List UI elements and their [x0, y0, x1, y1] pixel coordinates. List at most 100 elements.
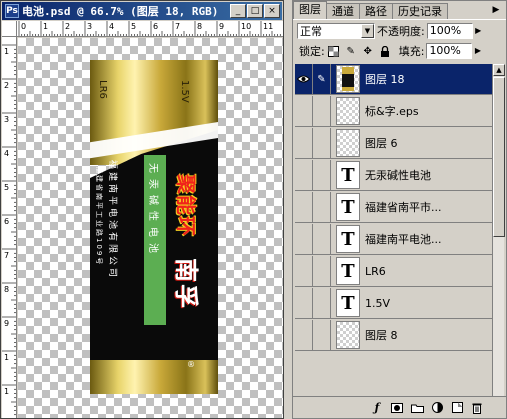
layer-link-slot[interactable] — [313, 160, 331, 190]
ruler-label: 7 — [175, 22, 180, 31]
ruler-label: 11 — [263, 22, 273, 31]
horizontal-ruler[interactable]: 0 1 2 3 4 5 6 7 8 9 10 11 — [17, 21, 283, 37]
layer-name: 1.5V — [365, 296, 391, 310]
battery-brand-white: 南孚 — [172, 258, 200, 310]
layer-link-slot[interactable] — [313, 288, 331, 318]
scroll-up-arrow-icon[interactable]: ▲ — [493, 64, 505, 76]
ruler-label: 0 — [21, 22, 26, 31]
brush-icon[interactable]: ✎ — [313, 64, 331, 94]
text-layer-thumbnail-icon[interactable]: T — [336, 225, 360, 253]
layer-row[interactable]: T 福建南平电池... — [295, 224, 492, 255]
scrollbar-thumb[interactable] — [493, 77, 505, 237]
tab-layers[interactable]: 图层 — [293, 1, 327, 19]
battery-artwork: LR6 1.5V 无汞碱性电池 福建南平电池有限公司 福建省南平工业路109号 … — [90, 60, 218, 400]
layer-row[interactable]: 图层 6 — [295, 128, 492, 159]
layer-name: 图层 8 — [365, 329, 398, 342]
ruler-label: 10 — [241, 22, 251, 31]
layer-row[interactable]: ✎ 图层 18 — [295, 64, 492, 95]
palette-bottom-toolbar: ƒ — [293, 396, 506, 418]
fill-arrow-icon[interactable]: ▶ — [472, 43, 483, 59]
layer-row[interactable]: T 无汞碱性电池 — [295, 160, 492, 191]
layer-visibility-eye-icon[interactable] — [295, 224, 313, 254]
document-title: 电池.psd @ 66.7% (图层 18, RGB) — [22, 5, 219, 18]
fill-label: 填充: — [398, 45, 425, 58]
mask-icon[interactable] — [390, 401, 404, 415]
fill-input[interactable]: 100% — [426, 43, 473, 59]
lock-all-icon[interactable] — [378, 44, 392, 58]
layer-visibility-eye-icon[interactable] — [295, 320, 313, 350]
window-controls: _ □ × — [230, 4, 280, 18]
maximize-button[interactable]: □ — [247, 4, 263, 18]
layer-thumbnail[interactable] — [336, 65, 360, 93]
layers-palette: 图层 通道 路径 历史记录 ▶ 正常 ▼ 不透明度: 100% ▶ 锁定: ✎ … — [292, 0, 507, 419]
ruler-label: 4 — [4, 149, 9, 158]
ruler-origin[interactable] — [2, 21, 17, 37]
lock-image-brush-icon[interactable]: ✎ — [344, 44, 358, 58]
trash-icon[interactable] — [470, 401, 484, 415]
layer-visibility-eye-icon[interactable] — [295, 160, 313, 190]
battery-gold-bottom — [90, 360, 218, 394]
opacity-label: 不透明度: — [377, 25, 425, 38]
battery-company-line1: 福建南平电池有限公司 — [107, 160, 117, 281]
ruler-label: 3 — [87, 22, 92, 31]
image-canvas[interactable]: LR6 1.5V 无汞碱性电池 福建南平电池有限公司 福建省南平工业路109号 … — [18, 38, 283, 418]
ruler-label: 1 — [4, 387, 9, 396]
vertical-ruler[interactable]: 1 2 3 4 5 6 7 8 9 1 1 — [2, 37, 17, 418]
text-layer-thumbnail-icon[interactable]: T — [336, 161, 360, 189]
layer-thumbnail[interactable] — [336, 129, 360, 157]
layer-visibility-eye-icon[interactable] — [295, 128, 313, 158]
opacity-input[interactable]: 100% — [426, 23, 473, 39]
lock-position-move-icon[interactable]: ✥ — [361, 44, 375, 58]
layer-visibility-eye-icon[interactable] — [295, 96, 313, 126]
opacity-arrow-icon[interactable]: ▶ — [473, 23, 484, 39]
close-button[interactable]: × — [264, 4, 280, 18]
tab-history[interactable]: 历史记录 — [392, 3, 448, 19]
battery-registered-mark: ® — [187, 360, 195, 369]
ruler-label: 6 — [153, 22, 158, 31]
layer-link-slot[interactable] — [313, 224, 331, 254]
lock-label: 锁定: — [299, 45, 325, 58]
layer-name: LR6 — [365, 264, 386, 278]
layer-thumbnail[interactable] — [336, 321, 360, 349]
blend-opacity-row: 正常 ▼ 不透明度: 100% ▶ — [297, 22, 502, 40]
layer-row[interactable]: T 1.5V — [295, 288, 492, 319]
text-layer-thumbnail-icon[interactable]: T — [336, 289, 360, 317]
document-window: Ps 电池.psd @ 66.7% (图层 18, RGB) _ □ × 0 1 2… — [0, 0, 284, 419]
layer-link-slot[interactable] — [313, 128, 331, 158]
layer-link-slot[interactable] — [313, 192, 331, 222]
tab-paths[interactable]: 路径 — [359, 3, 393, 19]
blend-mode-value: 正常 — [300, 25, 322, 38]
layer-name: 福建南平电池... — [365, 233, 442, 246]
dropdown-arrow-icon[interactable]: ▼ — [361, 24, 374, 38]
blend-mode-select[interactable]: 正常 ▼ — [297, 23, 375, 39]
layer-visibility-eye-icon[interactable] — [295, 64, 313, 94]
ruler-label: 5 — [131, 22, 136, 31]
ruler-label: 7 — [4, 251, 9, 260]
palette-menu-arrow-icon[interactable]: ▶ — [489, 3, 503, 17]
adjustment-layer-icon[interactable] — [430, 401, 444, 415]
new-layer-icon[interactable] — [450, 401, 464, 415]
layer-link-slot[interactable] — [313, 256, 331, 286]
layer-row[interactable]: T LR6 — [295, 256, 492, 287]
text-layer-thumbnail-icon[interactable]: T — [336, 193, 360, 221]
layer-visibility-eye-icon[interactable] — [295, 288, 313, 318]
layer-name: 无汞碱性电池 — [365, 169, 431, 182]
layer-visibility-eye-icon[interactable] — [295, 192, 313, 222]
layer-row[interactable]: T 福建省南平市... — [295, 192, 492, 223]
ruler-label: 8 — [4, 285, 9, 294]
layer-row[interactable]: 图层 8 — [295, 320, 492, 351]
layer-thumbnail[interactable] — [336, 97, 360, 125]
lock-transparency-icon[interactable] — [327, 44, 341, 58]
tab-channels[interactable]: 通道 — [326, 3, 360, 19]
minimize-button[interactable]: _ — [230, 4, 246, 18]
new-set-icon[interactable] — [410, 401, 424, 415]
layer-link-slot[interactable] — [313, 320, 331, 350]
text-layer-thumbnail-icon[interactable]: T — [336, 257, 360, 285]
layer-name: 福建省南平市... — [365, 201, 442, 214]
layer-row[interactable]: 标&字.eps — [295, 96, 492, 127]
layer-visibility-eye-icon[interactable] — [295, 256, 313, 286]
layer-style-icon[interactable]: ƒ — [370, 401, 384, 415]
layer-list-scrollbar[interactable]: ▲ ▼ — [492, 64, 505, 414]
layer-link-slot[interactable] — [313, 96, 331, 126]
document-titlebar[interactable]: Ps 电池.psd @ 66.7% (图层 18, RGB) _ □ × — [2, 2, 282, 20]
